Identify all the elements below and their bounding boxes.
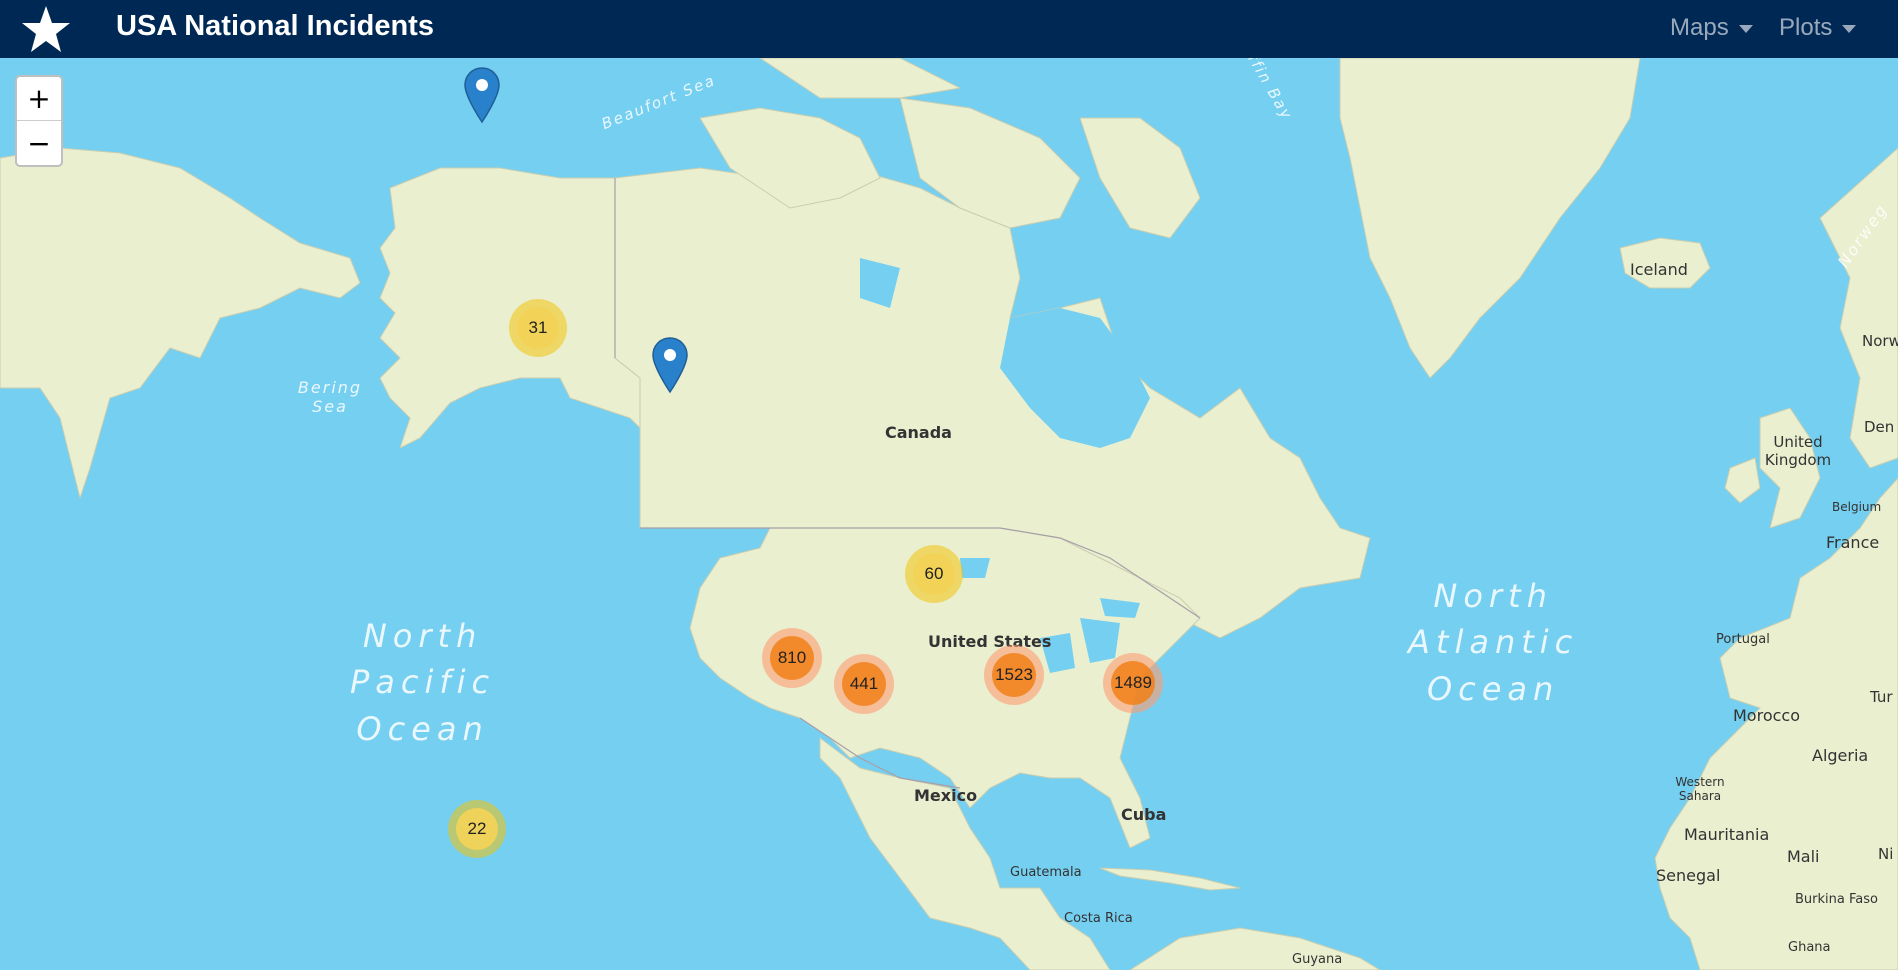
cluster-count: 60 [913, 553, 955, 595]
chevron-down-icon [1842, 25, 1857, 33]
zoom-out-button[interactable]: − [17, 121, 61, 165]
marker-cluster[interactable]: 1523 [984, 645, 1044, 705]
country-label-united-states: United States [928, 632, 1052, 651]
cluster-count: 1523 [992, 653, 1036, 697]
map-basemap [0, 58, 1898, 970]
country-label-france: France [1826, 533, 1880, 552]
north-pacific-ocean-label: North Pacific Ocean [350, 617, 496, 748]
country-label-niger: Ni [1878, 845, 1894, 863]
cluster-count: 31 [517, 307, 559, 349]
navbar: USA National Incidents Maps Plots [0, 0, 1898, 58]
star-icon[interactable] [20, 4, 72, 54]
maps-menu[interactable]: Maps [1670, 14, 1753, 42]
country-label-iceland: Iceland [1630, 260, 1688, 279]
country-label-cuba: Cuba [1121, 805, 1167, 824]
marker-cluster[interactable]: 22 [448, 800, 506, 858]
cluster-count: 441 [842, 662, 886, 706]
country-label-denmark: Den [1864, 418, 1895, 436]
country-label-morocco: Morocco [1733, 706, 1800, 725]
country-label-guatemala: Guatemala [1010, 865, 1082, 880]
country-label-costa-rica: Costa Rica [1064, 911, 1133, 926]
country-label-tunisia: Tur [1870, 688, 1893, 706]
cluster-count: 22 [456, 808, 498, 850]
map-pin-icon[interactable] [651, 336, 689, 396]
country-label-mauritania: Mauritania [1684, 825, 1770, 844]
country-label-canada: Canada [885, 423, 952, 442]
bering-sea-label: Bering Sea [297, 378, 363, 416]
country-label-mexico: Mexico [914, 786, 978, 805]
plots-menu[interactable]: Plots [1779, 14, 1857, 42]
zoom-control: + − [15, 75, 63, 167]
north-atlantic-ocean-label: North Atlantic Ocean [1408, 577, 1579, 708]
cluster-count: 1489 [1111, 661, 1155, 705]
country-label-western-sahara: Western Sahara [1675, 775, 1725, 803]
marker-cluster[interactable]: 31 [509, 299, 567, 357]
marker-cluster[interactable]: 810 [762, 628, 822, 688]
zoom-in-button[interactable]: + [17, 77, 61, 121]
country-label-mali: Mali [1787, 847, 1820, 866]
country-label-united-kingdom: United Kingdom [1764, 433, 1832, 469]
maps-menu-label: Maps [1670, 14, 1729, 41]
country-label-norway: Norw [1862, 332, 1898, 350]
cluster-count: 810 [770, 636, 814, 680]
country-label-guyana: Guyana [1292, 952, 1343, 967]
marker-cluster[interactable]: 441 [834, 654, 894, 714]
plots-menu-label: Plots [1779, 14, 1833, 41]
country-label-burkina-faso: Burkina Faso [1795, 892, 1878, 907]
country-label-belgium: Belgium [1832, 500, 1882, 514]
map-pin-icon[interactable] [463, 66, 501, 126]
marker-cluster[interactable]: 1489 [1103, 653, 1163, 713]
country-label-ghana: Ghana [1788, 940, 1831, 955]
country-label-algeria: Algeria [1812, 746, 1869, 765]
country-label-portugal: Portugal [1716, 632, 1770, 647]
marker-cluster[interactable]: 60 [905, 545, 963, 603]
chevron-down-icon [1738, 25, 1753, 33]
map-canvas[interactable]: North Pacific Ocean North Atlantic Ocean… [0, 58, 1898, 970]
country-label-senegal: Senegal [1656, 866, 1721, 885]
app-title[interactable]: USA National Incidents [116, 10, 434, 43]
